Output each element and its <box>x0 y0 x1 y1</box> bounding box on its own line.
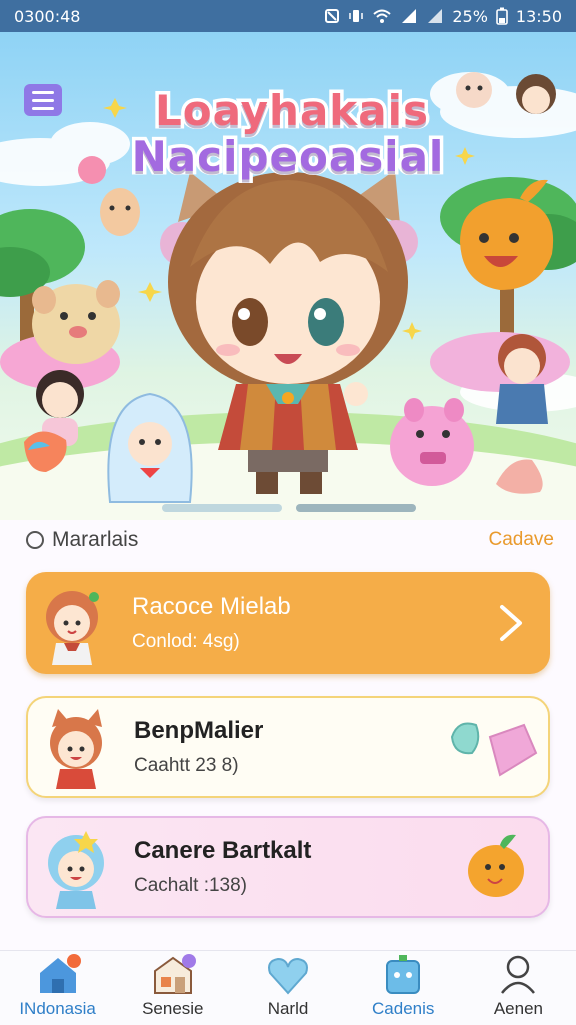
nav-label: Narld <box>267 999 309 1018</box>
profile-icon <box>501 955 536 994</box>
hero-banner[interactable]: Loayhakais Nacipeoasial <box>0 32 576 520</box>
card-avatar-icon <box>46 591 99 665</box>
vibrate-icon <box>349 10 364 22</box>
hero-title: Loayhakais Nacipeoasial <box>0 86 576 181</box>
carousel-pager <box>162 504 416 512</box>
nav-item-profile[interactable]: Aenen <box>461 951 576 1025</box>
status-bar: 0300:48 25% 13:50 <box>0 0 576 32</box>
pager-dot-1[interactable] <box>162 504 282 512</box>
card-title: Canere Bartkalt <box>134 837 312 864</box>
section-title: Mararlais <box>52 528 139 551</box>
card-text: BenpMalier Caahtt 23 8) <box>128 717 438 777</box>
hero-title-line1: Loayhakais <box>152 86 432 135</box>
card-title: BenpMalier <box>134 717 264 744</box>
nav-item-home[interactable]: INdonasia <box>0 951 115 1025</box>
orange-creature-icon <box>468 834 524 897</box>
list-card-1[interactable]: Racoce Mielab Conlod: 4sg) <box>26 572 550 674</box>
battery-percent: 25% <box>452 6 488 26</box>
pager-dot-2[interactable] <box>296 504 416 512</box>
status-time-left: 0300:48 <box>14 6 81 26</box>
nav-label: Senesie <box>142 999 204 1018</box>
signal-icon-2 <box>428 9 443 23</box>
nav-item-shop[interactable]: Senesie <box>115 951 230 1025</box>
chevron-right-icon[interactable] <box>480 593 540 653</box>
status-icons: 25% 13:50 <box>324 7 562 26</box>
card-text: Racoce Mielab Conlod: 4sg) <box>126 593 480 653</box>
card-avatar-icon <box>48 831 104 909</box>
hero-title-line2: Nacipeoasial <box>128 132 447 181</box>
heart-icon <box>268 957 308 995</box>
nav-item-game[interactable]: Cadenis <box>346 951 461 1025</box>
game-icon <box>386 955 421 994</box>
card-subtitle: Conlod: 4sg) <box>132 631 240 652</box>
card-avatar-icon <box>50 709 102 789</box>
section-link[interactable]: Cadave <box>489 529 555 551</box>
list-card-2[interactable]: BenpMalier Caahtt 23 8) <box>26 696 550 798</box>
radio-icon[interactable] <box>26 531 44 549</box>
nav-label: Cadenis <box>372 999 435 1018</box>
section-header: Mararlais Cadave <box>26 526 554 554</box>
nav-label: INdonasia <box>19 999 96 1018</box>
shop-icon <box>153 954 196 994</box>
status-time-right: 13:50 <box>515 6 562 26</box>
nav-label: Aenen <box>493 999 543 1018</box>
signal-icon <box>402 9 417 23</box>
wifi-icon <box>373 9 391 23</box>
card-title: Racoce Mielab <box>132 593 291 620</box>
bottom-nav: INdonasia Senesie Narld Cadenis Aenen <box>0 950 576 1025</box>
candy-icon <box>450 722 538 777</box>
card-text: Canere Bartkalt Cachalt :138) <box>128 837 438 897</box>
nav-item-heart[interactable]: Narld <box>230 951 345 1025</box>
list-card-3[interactable]: Canere Bartkalt Cachalt :138) <box>26 816 550 918</box>
home-icon <box>39 954 81 993</box>
card-subtitle: Cachalt :138) <box>134 875 248 896</box>
notification-icon <box>325 9 340 23</box>
battery-icon <box>496 7 508 25</box>
section-title-group: Mararlais <box>26 528 138 552</box>
card-subtitle: Caahtt 23 8) <box>134 755 239 776</box>
